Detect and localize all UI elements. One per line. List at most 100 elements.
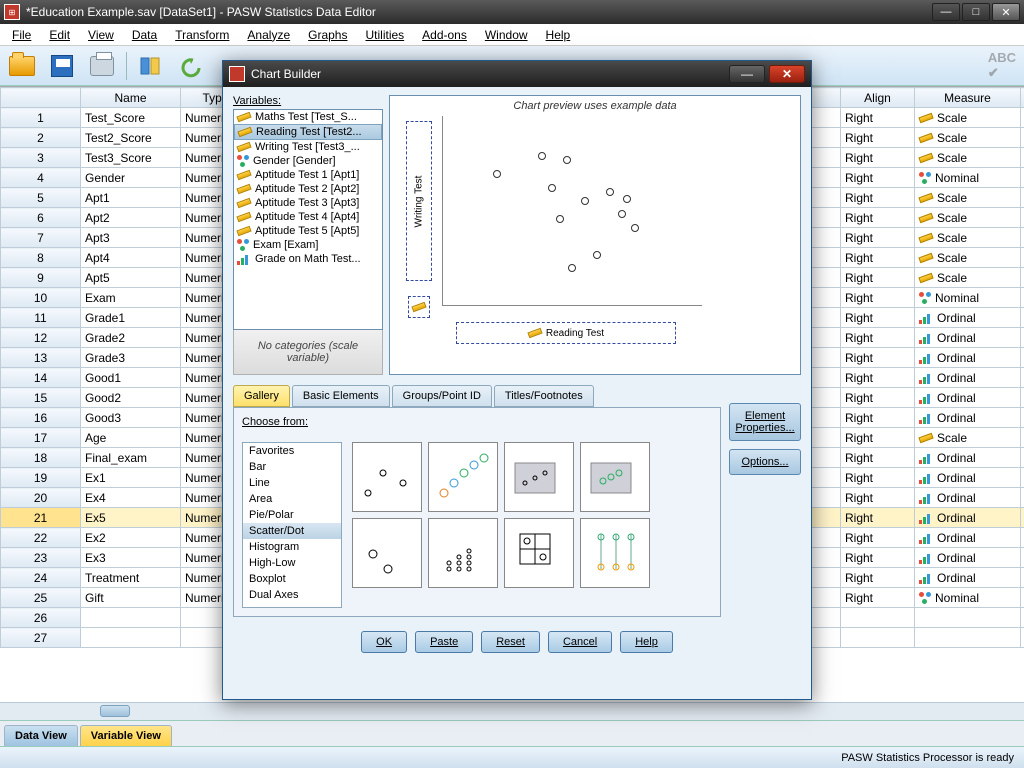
cell-name[interactable]: Ex4 bbox=[81, 488, 181, 508]
cell-name[interactable] bbox=[81, 608, 181, 628]
minimize-button[interactable]: — bbox=[932, 3, 960, 21]
gallery-category[interactable]: Favorites bbox=[243, 443, 341, 459]
cell-align[interactable]: Right bbox=[841, 328, 915, 348]
dialog-minimize-button[interactable]: — bbox=[729, 65, 765, 83]
menu-window[interactable]: Window bbox=[477, 26, 536, 44]
cell-measure[interactable]: Ordinal bbox=[915, 468, 1021, 488]
gallery-category[interactable]: Dual Axes bbox=[243, 587, 341, 603]
cell-align[interactable]: Right bbox=[841, 208, 915, 228]
cell-align[interactable]: Right bbox=[841, 308, 915, 328]
cell-align[interactable]: Right bbox=[841, 528, 915, 548]
cell-name[interactable]: Apt1 bbox=[81, 188, 181, 208]
cell-align[interactable]: Right bbox=[841, 568, 915, 588]
col-align[interactable]: Align bbox=[841, 88, 915, 108]
recall-button[interactable] bbox=[135, 50, 167, 82]
cell-name[interactable]: Test2_Score bbox=[81, 128, 181, 148]
cell-measure[interactable]: Ordinal bbox=[915, 348, 1021, 368]
options-button[interactable]: Options... bbox=[729, 449, 801, 475]
variable-item[interactable]: Maths Test [Test_S... bbox=[234, 110, 382, 124]
cell-align[interactable]: Right bbox=[841, 408, 915, 428]
open-button[interactable] bbox=[6, 50, 38, 82]
row-header[interactable]: 19 bbox=[1, 468, 81, 488]
col-name[interactable]: Name bbox=[81, 88, 181, 108]
variable-item[interactable]: Writing Test [Test3_... bbox=[234, 140, 382, 154]
cell-align[interactable]: Right bbox=[841, 588, 915, 608]
gallery-category[interactable]: Pie/Polar bbox=[243, 507, 341, 523]
cell-measure[interactable]: Scale bbox=[915, 128, 1021, 148]
cell-measure[interactable]: Ordinal bbox=[915, 368, 1021, 388]
cell-measure[interactable]: Ordinal bbox=[915, 528, 1021, 548]
row-header[interactable]: 13 bbox=[1, 348, 81, 368]
cell-measure[interactable]: Ordinal bbox=[915, 488, 1021, 508]
cell-name[interactable] bbox=[81, 628, 181, 648]
row-header[interactable]: 7 bbox=[1, 228, 81, 248]
cell-measure[interactable]: Scale bbox=[915, 248, 1021, 268]
variable-item[interactable]: Grade on Math Test... bbox=[234, 252, 382, 266]
cell-measure[interactable]: Ordinal bbox=[915, 328, 1021, 348]
cell-name[interactable]: Apt5 bbox=[81, 268, 181, 288]
reset-button[interactable]: Reset bbox=[481, 631, 540, 653]
row-header[interactable]: 11 bbox=[1, 308, 81, 328]
col-measure[interactable]: Measure bbox=[915, 88, 1021, 108]
cell-align[interactable]: Right bbox=[841, 508, 915, 528]
cell-measure[interactable]: Nominal bbox=[915, 168, 1021, 188]
menu-utilities[interactable]: Utilities bbox=[357, 26, 412, 44]
cell-align[interactable]: Right bbox=[841, 228, 915, 248]
cell-measure[interactable]: Scale bbox=[915, 148, 1021, 168]
x-axis-dropzone[interactable]: Reading Test bbox=[456, 322, 676, 344]
cell-measure[interactable]: Ordinal bbox=[915, 408, 1021, 428]
cell-measure[interactable]: Ordinal bbox=[915, 308, 1021, 328]
cell-measure[interactable]: Ordinal bbox=[915, 448, 1021, 468]
row-header[interactable]: 18 bbox=[1, 448, 81, 468]
tab-gallery[interactable]: Gallery bbox=[233, 385, 290, 407]
gallery-category[interactable]: Line bbox=[243, 475, 341, 491]
gallery-category[interactable]: Scatter/Dot bbox=[243, 523, 341, 539]
variable-item[interactable]: Exam [Exam] bbox=[234, 238, 382, 252]
cell-measure[interactable]: Nominal bbox=[915, 288, 1021, 308]
cell-align[interactable]: Right bbox=[841, 448, 915, 468]
cell-name[interactable]: Apt2 bbox=[81, 208, 181, 228]
variable-item[interactable]: Aptitude Test 5 [Apt5] bbox=[234, 224, 382, 238]
gallery-thumb[interactable] bbox=[352, 518, 422, 588]
tab-groups-pointid[interactable]: Groups/Point ID bbox=[392, 385, 492, 407]
cell-name[interactable]: Grade2 bbox=[81, 328, 181, 348]
variable-item[interactable]: Aptitude Test 3 [Apt3] bbox=[234, 196, 382, 210]
menu-file[interactable]: File bbox=[4, 26, 39, 44]
corner-cell[interactable] bbox=[1, 88, 81, 108]
variable-item[interactable]: Aptitude Test 1 [Apt1] bbox=[234, 168, 382, 182]
gallery-category[interactable]: Bar bbox=[243, 459, 341, 475]
cell-name[interactable]: Grade1 bbox=[81, 308, 181, 328]
cancel-button[interactable]: Cancel bbox=[548, 631, 612, 653]
menu-analyze[interactable]: Analyze bbox=[239, 26, 298, 44]
cell-name[interactable]: Exam bbox=[81, 288, 181, 308]
undo-button[interactable] bbox=[175, 50, 207, 82]
row-header[interactable]: 24 bbox=[1, 568, 81, 588]
gallery-category-list[interactable]: FavoritesBarLineAreaPie/PolarScatter/Dot… bbox=[242, 442, 342, 608]
dialog-close-button[interactable]: ✕ bbox=[769, 65, 805, 83]
gallery-thumb[interactable] bbox=[504, 518, 574, 588]
menu-data[interactable]: Data bbox=[124, 26, 165, 44]
menu-transform[interactable]: Transform bbox=[167, 26, 237, 44]
cell-align[interactable]: Right bbox=[841, 268, 915, 288]
cell-name[interactable]: Good1 bbox=[81, 368, 181, 388]
cell-name[interactable]: Grade3 bbox=[81, 348, 181, 368]
cell-align[interactable]: Right bbox=[841, 488, 915, 508]
tab-titles-footnotes[interactable]: Titles/Footnotes bbox=[494, 385, 594, 407]
cell-measure[interactable]: Ordinal bbox=[915, 548, 1021, 568]
cell-measure[interactable]: Scale bbox=[915, 228, 1021, 248]
cell-name[interactable]: Ex2 bbox=[81, 528, 181, 548]
row-header[interactable]: 4 bbox=[1, 168, 81, 188]
cell-measure[interactable]: Scale bbox=[915, 268, 1021, 288]
gallery-thumb[interactable] bbox=[504, 442, 574, 512]
cell-align[interactable]: Right bbox=[841, 468, 915, 488]
menu-graphs[interactable]: Graphs bbox=[300, 26, 355, 44]
cell-measure[interactable]: Scale bbox=[915, 108, 1021, 128]
cell-name[interactable]: Gift bbox=[81, 588, 181, 608]
cell-name[interactable]: Good2 bbox=[81, 388, 181, 408]
menu-edit[interactable]: Edit bbox=[41, 26, 78, 44]
row-header[interactable]: 16 bbox=[1, 408, 81, 428]
cell-name[interactable]: Final_exam bbox=[81, 448, 181, 468]
y-axis-dropzone[interactable]: Writing Test bbox=[406, 121, 432, 281]
tab-data-view[interactable]: Data View bbox=[4, 725, 78, 746]
tab-basic-elements[interactable]: Basic Elements bbox=[292, 385, 390, 407]
